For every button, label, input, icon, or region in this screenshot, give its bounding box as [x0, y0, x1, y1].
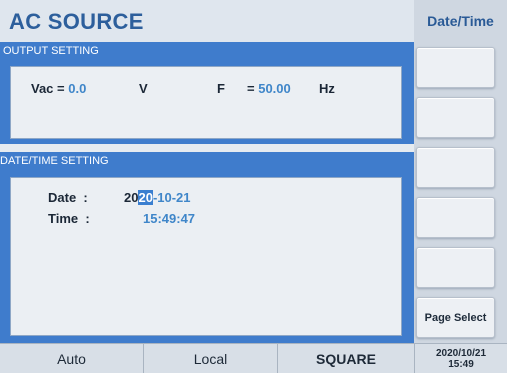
freq-equals: = [247, 81, 259, 96]
ac-source-screen: AC SOURCE Date/Time Page Select OUTPUT S… [0, 0, 507, 373]
app-title: AC SOURCE [9, 9, 144, 34]
softkey-4-button[interactable] [416, 197, 495, 238]
freq-field[interactable]: = 50.00 [247, 81, 291, 96]
datetime-setting-panel: DATE/TIME SETTING Date : 2020-10-21 Time… [0, 152, 414, 343]
freq-value: 50.00 [258, 81, 291, 96]
softkey-3-label [417, 148, 494, 187]
output-setting-panel: OUTPUT SETTING Vac = 0.0 V F = 50.00 Hz [0, 42, 414, 144]
output-setting-body: Vac = 0.0 V F = 50.00 Hz [10, 66, 402, 139]
softkey-5-button[interactable] [416, 247, 495, 288]
status-clock: 2020/10/21 15:49 [415, 344, 507, 373]
vac-label: Vac = [31, 81, 69, 96]
softkey-2-label [417, 98, 494, 137]
date-label: Date : [48, 190, 88, 205]
freq-unit: Hz [319, 81, 335, 96]
vac-field[interactable]: Vac = 0.0 [31, 81, 86, 96]
softkey-1-label [417, 48, 494, 87]
date-year-prefix: 20 [124, 190, 139, 205]
softkey-column: Date/Time Page Select [414, 0, 507, 343]
clock-time: 15:49 [448, 358, 474, 370]
status-waveform: SQUARE [316, 350, 376, 367]
date-field[interactable]: 2020-10-21 [124, 190, 191, 205]
page-select-button[interactable]: Page Select [416, 297, 495, 338]
status-mode: Auto [57, 350, 86, 367]
time-label: Time : [48, 211, 90, 226]
softkey-menu-title: Date/Time [427, 13, 494, 29]
vac-value: 0.0 [68, 81, 87, 96]
softkey-4-label [417, 198, 494, 237]
softkey-2-button[interactable] [416, 97, 495, 138]
softkey-5-label [417, 248, 494, 287]
status-control: Local [193, 350, 228, 367]
clock-date: 2020/10/21 [435, 347, 487, 359]
time-value[interactable]: 15:49:47 [143, 211, 195, 226]
title-bar: AC SOURCE [0, 0, 414, 42]
date-edit-cursor[interactable]: 20 [138, 190, 153, 205]
output-setting-title: OUTPUT SETTING [3, 45, 99, 57]
freq-label: F [217, 81, 225, 96]
softkey-1-button[interactable] [416, 47, 495, 88]
datetime-setting-body: Date : 2020-10-21 Time : 15:49:47 [10, 177, 402, 336]
status-bar: Auto Local SQUARE 2020/10/21 15:49 [0, 343, 507, 373]
softkey-3-button[interactable] [416, 147, 495, 188]
date-month-day: -10-21 [152, 190, 191, 205]
vac-unit: V [139, 81, 148, 96]
page-select-label: Page Select [424, 311, 487, 324]
datetime-setting-title: DATE/TIME SETTING [0, 155, 109, 167]
